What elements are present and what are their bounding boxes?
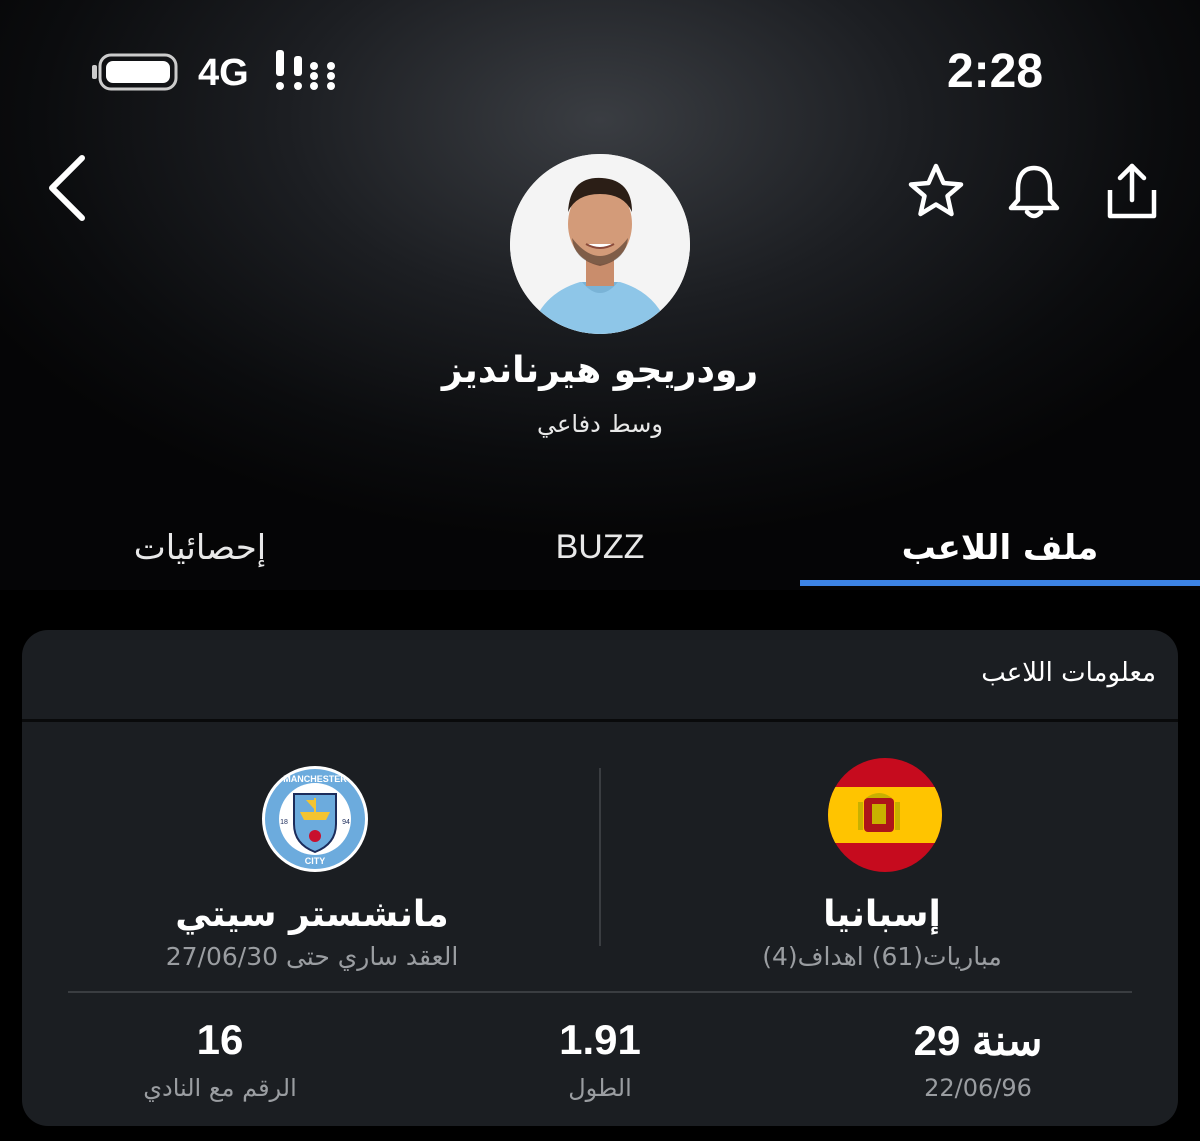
share-button[interactable] bbox=[1100, 160, 1164, 224]
star-icon bbox=[908, 163, 964, 217]
tab-player-profile[interactable]: ملف اللاعب bbox=[800, 528, 1200, 586]
status-time: 2:28 bbox=[946, 45, 1044, 98]
tab-stats[interactable]: إحصائيات bbox=[0, 528, 400, 586]
manchester-city-crest-icon[interactable]: MANCHESTER CITY 18 94 bbox=[260, 764, 370, 874]
stat-club-number: 16 bbox=[196, 1016, 244, 1063]
stat-age: 29 سنة bbox=[913, 1017, 1043, 1064]
club-name[interactable]: مانشستر سيتي bbox=[102, 894, 522, 935]
favorite-button[interactable] bbox=[904, 160, 968, 224]
tab-buzz[interactable]: BUZZ bbox=[400, 528, 800, 586]
player-position: وسط دفاعي bbox=[537, 410, 663, 438]
signal-icon bbox=[276, 50, 335, 90]
stat-height: 1.91 bbox=[559, 1016, 641, 1063]
back-button[interactable] bbox=[40, 150, 96, 226]
stat-club-number-label: الرقم مع النادي bbox=[143, 1074, 297, 1102]
network-label: 4G bbox=[198, 52, 249, 94]
stat-height-label: الطول bbox=[568, 1074, 632, 1102]
active-tab-indicator bbox=[800, 580, 1200, 586]
player-info-card: معلومات اللاعب MANCHESTER CITY 18 94 مان… bbox=[22, 630, 1178, 1126]
notifications-button[interactable] bbox=[1002, 160, 1066, 224]
nation-name[interactable]: إسبانيا bbox=[672, 894, 1092, 935]
crest-year-right: 94 bbox=[342, 819, 350, 826]
bell-icon bbox=[1008, 165, 1060, 219]
club-contract: العقد ساري حتى 27/06/30 bbox=[165, 942, 459, 971]
crest-year-left: 18 bbox=[280, 819, 288, 826]
spain-flag-icon[interactable] bbox=[828, 758, 942, 872]
player-name: رودريجو هيرنانديز bbox=[441, 350, 759, 391]
battery-icon bbox=[92, 53, 178, 91]
nation-caps: مباريات(61) اهداف(4) bbox=[762, 942, 1002, 971]
card-header: معلومات اللاعب bbox=[22, 630, 1178, 722]
stat-birthdate: 22/06/96 bbox=[924, 1074, 1032, 1102]
row-divider bbox=[68, 991, 1132, 993]
player-avatar bbox=[510, 154, 690, 334]
crest-text-bottom: CITY bbox=[305, 856, 326, 866]
column-divider bbox=[599, 768, 601, 946]
card-title: معلومات اللاعب bbox=[981, 658, 1156, 688]
crest-text-top: MANCHESTER bbox=[283, 774, 347, 784]
share-icon bbox=[1107, 163, 1157, 219]
back-icon bbox=[49, 155, 85, 221]
